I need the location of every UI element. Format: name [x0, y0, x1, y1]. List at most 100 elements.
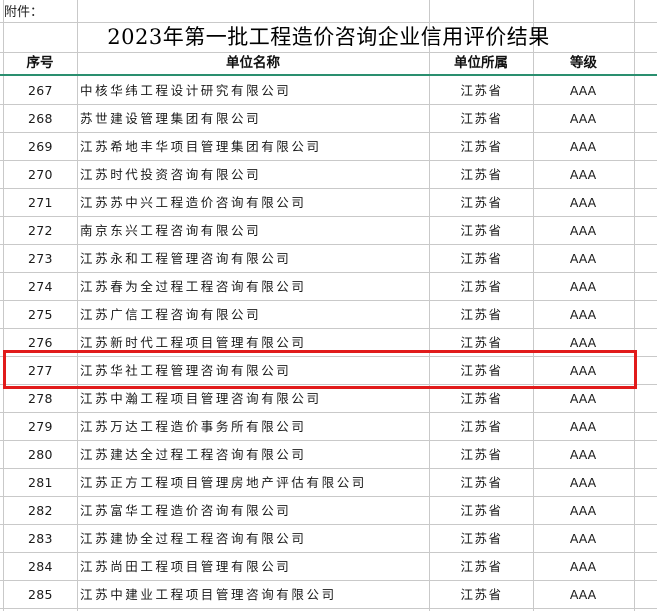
header-index[interactable]: 序号	[3, 52, 77, 75]
row-index[interactable]: 268	[28, 105, 78, 133]
region-cell[interactable]: 江苏省	[430, 581, 533, 609]
region-cell[interactable]: 江苏省	[430, 441, 533, 469]
company-name[interactable]: 江苏建协全过程工程咨询有限公司	[80, 525, 428, 553]
table-row[interactable]: 268 苏世建设管理集团有限公司 江苏省 AAA	[0, 105, 657, 133]
company-name[interactable]: 江苏华社工程管理咨询有限公司	[80, 357, 428, 385]
header-region[interactable]: 单位所属	[429, 52, 533, 75]
table-row[interactable]: 274 江苏春为全过程工程咨询有限公司 江苏省 AAA	[0, 273, 657, 301]
row-index[interactable]: 274	[28, 273, 78, 301]
table-row[interactable]: 280 江苏建达全过程工程咨询有限公司 江苏省 AAA	[0, 441, 657, 469]
row-index[interactable]: 275	[28, 301, 78, 329]
company-name[interactable]: 江苏希地丰华项目管理集团有限公司	[80, 133, 428, 161]
grade-cell[interactable]: AAA	[533, 413, 633, 441]
table-row[interactable]: 284 江苏尚田工程项目管理有限公司 江苏省 AAA	[0, 553, 657, 581]
company-name[interactable]: 苏世建设管理集团有限公司	[80, 105, 428, 133]
region-cell[interactable]: 江苏省	[430, 105, 533, 133]
company-name[interactable]: 江苏尚田工程项目管理有限公司	[80, 553, 428, 581]
grade-cell[interactable]: AAA	[533, 497, 633, 525]
region-cell[interactable]: 江苏省	[430, 329, 533, 357]
row-index[interactable]: 276	[28, 329, 78, 357]
header-name[interactable]: 单位名称	[77, 52, 429, 75]
table-row[interactable]: 283 江苏建协全过程工程咨询有限公司 江苏省 AAA	[0, 525, 657, 553]
table-row[interactable]: 279 江苏万达工程造价事务所有限公司 江苏省 AAA	[0, 413, 657, 441]
row-index[interactable]: 284	[28, 553, 78, 581]
table-row[interactable]: 273 江苏永和工程管理咨询有限公司 江苏省 AAA	[0, 245, 657, 273]
company-name[interactable]: 江苏富华工程造价咨询有限公司	[80, 497, 428, 525]
grade-cell[interactable]: AAA	[533, 329, 633, 357]
table-row[interactable]: 275 江苏广信工程咨询有限公司 江苏省 AAA	[0, 301, 657, 329]
region-cell[interactable]: 江苏省	[430, 357, 533, 385]
grade-cell[interactable]: AAA	[533, 357, 633, 385]
grade-cell[interactable]: AAA	[533, 273, 633, 301]
table-row[interactable]: 271 江苏苏中兴工程造价咨询有限公司 江苏省 AAA	[0, 189, 657, 217]
region-cell[interactable]: 江苏省	[430, 273, 533, 301]
row-index[interactable]: 281	[28, 469, 78, 497]
row-index[interactable]: 285	[28, 581, 78, 609]
spreadsheet-view: 附件： 2023年第一批工程造价咨询企业信用评价结果 序号 单位名称 单位所属 …	[0, 0, 657, 611]
company-name[interactable]: 江苏苏中兴工程造价咨询有限公司	[80, 189, 428, 217]
region-cell[interactable]: 江苏省	[430, 301, 533, 329]
region-cell[interactable]: 江苏省	[430, 553, 533, 581]
row-index[interactable]: 267	[28, 77, 78, 105]
table-row[interactable]: 277 江苏华社工程管理咨询有限公司 江苏省 AAA	[0, 357, 657, 385]
company-name[interactable]: 江苏广信工程咨询有限公司	[80, 301, 428, 329]
row-index[interactable]: 282	[28, 497, 78, 525]
grade-cell[interactable]: AAA	[533, 385, 633, 413]
company-name[interactable]: 中核华纬工程设计研究有限公司	[80, 77, 428, 105]
table-row[interactable]: 276 江苏新时代工程项目管理有限公司 江苏省 AAA	[0, 329, 657, 357]
grade-cell[interactable]: AAA	[533, 245, 633, 273]
grade-cell[interactable]: AAA	[533, 77, 633, 105]
row-index[interactable]: 271	[28, 189, 78, 217]
row-index[interactable]: 283	[28, 525, 78, 553]
header-grade[interactable]: 等级	[533, 52, 634, 75]
grade-cell[interactable]: AAA	[533, 105, 633, 133]
region-cell[interactable]: 江苏省	[430, 469, 533, 497]
table-row[interactable]: 269 江苏希地丰华项目管理集团有限公司 江苏省 AAA	[0, 133, 657, 161]
row-index[interactable]: 278	[28, 385, 78, 413]
company-name[interactable]: 江苏中瀚工程项目管理咨询有限公司	[80, 385, 428, 413]
region-cell[interactable]: 江苏省	[430, 245, 533, 273]
row-index[interactable]: 270	[28, 161, 78, 189]
company-name[interactable]: 江苏时代投资咨询有限公司	[80, 161, 428, 189]
row-index[interactable]: 277	[28, 357, 78, 385]
company-name[interactable]: 南京东兴工程咨询有限公司	[80, 217, 428, 245]
company-name[interactable]: 江苏春为全过程工程咨询有限公司	[80, 273, 428, 301]
grade-cell[interactable]: AAA	[533, 133, 633, 161]
grade-cell[interactable]: AAA	[533, 525, 633, 553]
table-row[interactable]: 278 江苏中瀚工程项目管理咨询有限公司 江苏省 AAA	[0, 385, 657, 413]
row-index[interactable]: 279	[28, 413, 78, 441]
table-row[interactable]: 267 中核华纬工程设计研究有限公司 江苏省 AAA	[0, 77, 657, 105]
grade-cell[interactable]: AAA	[533, 301, 633, 329]
row-index[interactable]: 269	[28, 133, 78, 161]
company-name[interactable]: 江苏建达全过程工程咨询有限公司	[80, 441, 428, 469]
company-name[interactable]: 江苏中建业工程项目管理咨询有限公司	[80, 581, 428, 609]
region-cell[interactable]: 江苏省	[430, 133, 533, 161]
region-cell[interactable]: 江苏省	[430, 77, 533, 105]
company-name[interactable]: 江苏新时代工程项目管理有限公司	[80, 329, 428, 357]
row-index[interactable]: 280	[28, 441, 78, 469]
grade-cell[interactable]: AAA	[533, 217, 633, 245]
region-cell[interactable]: 江苏省	[430, 497, 533, 525]
row-index[interactable]: 272	[28, 217, 78, 245]
table-row[interactable]: 270 江苏时代投资咨询有限公司 江苏省 AAA	[0, 161, 657, 189]
grade-cell[interactable]: AAA	[533, 553, 633, 581]
table-row[interactable]: 272 南京东兴工程咨询有限公司 江苏省 AAA	[0, 217, 657, 245]
table-row[interactable]: 281 江苏正方工程项目管理房地产评估有限公司 江苏省 AAA	[0, 469, 657, 497]
company-name[interactable]: 江苏正方工程项目管理房地产评估有限公司	[80, 469, 428, 497]
company-name[interactable]: 江苏万达工程造价事务所有限公司	[80, 413, 428, 441]
row-index[interactable]: 273	[28, 245, 78, 273]
table-row[interactable]: 282 江苏富华工程造价咨询有限公司 江苏省 AAA	[0, 497, 657, 525]
region-cell[interactable]: 江苏省	[430, 161, 533, 189]
grade-cell[interactable]: AAA	[533, 189, 633, 217]
company-name[interactable]: 江苏永和工程管理咨询有限公司	[80, 245, 428, 273]
grade-cell[interactable]: AAA	[533, 441, 633, 469]
table-row[interactable]: 285 江苏中建业工程项目管理咨询有限公司 江苏省 AAA	[0, 581, 657, 609]
region-cell[interactable]: 江苏省	[430, 385, 533, 413]
grade-cell[interactable]: AAA	[533, 581, 633, 609]
region-cell[interactable]: 江苏省	[430, 189, 533, 217]
region-cell[interactable]: 江苏省	[430, 525, 533, 553]
grade-cell[interactable]: AAA	[533, 161, 633, 189]
region-cell[interactable]: 江苏省	[430, 217, 533, 245]
region-cell[interactable]: 江苏省	[430, 413, 533, 441]
grade-cell[interactable]: AAA	[533, 469, 633, 497]
